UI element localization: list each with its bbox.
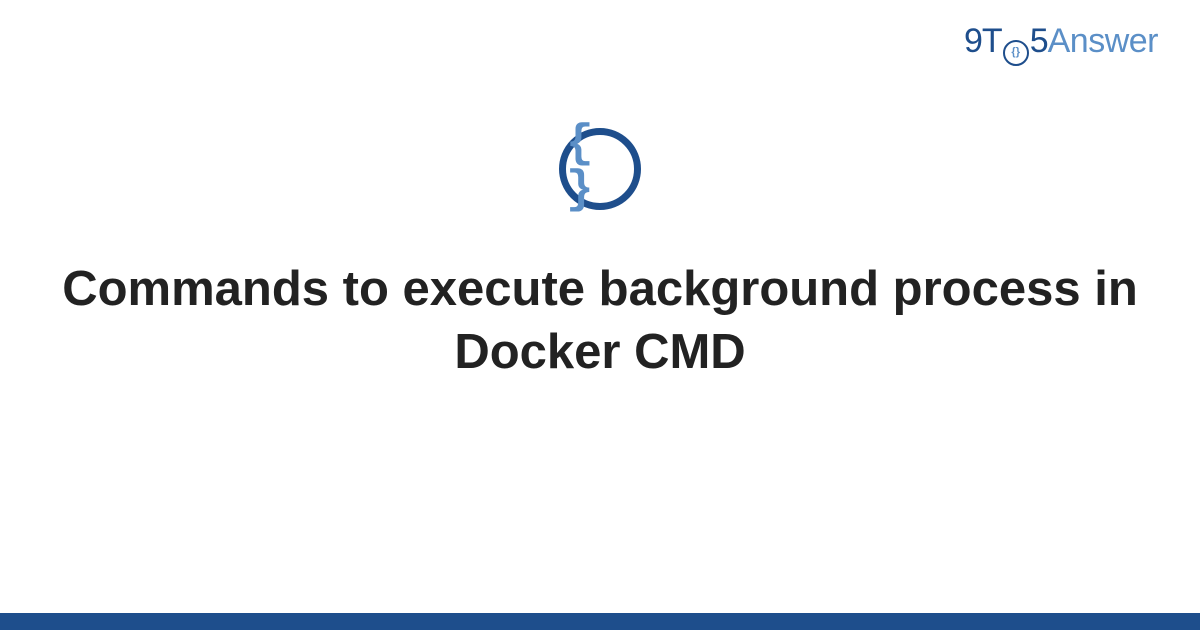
footer-accent-bar (0, 613, 1200, 630)
site-logo[interactable]: 9T {} 5 Answer (964, 22, 1158, 63)
logo-text-9t: 9T (964, 22, 1002, 61)
logo-text-answer: Answer (1048, 22, 1158, 61)
code-braces-icon: { } (559, 128, 641, 210)
braces-glyph: { } (566, 121, 634, 213)
logo-text-5: 5 (1030, 22, 1048, 61)
page-title: Commands to execute background process i… (0, 258, 1200, 383)
logo-circle-icon: {} (1003, 40, 1029, 66)
logo-inner-braces: {} (1011, 47, 1020, 58)
